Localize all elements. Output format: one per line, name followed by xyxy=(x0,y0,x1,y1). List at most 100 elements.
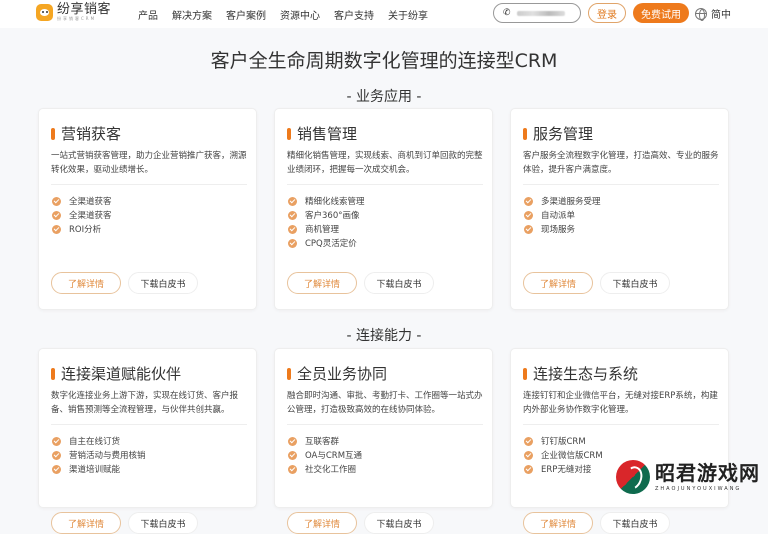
nav-item-solutions[interactable]: 解决方案 xyxy=(172,7,212,22)
card-title-text: 服务管理 xyxy=(533,125,594,143)
feature-card: 销售管理 精细化销售管理，实现线索、商机到订单回款的完整业绩闭环，把握每一次成交机… xyxy=(274,108,493,310)
feature-label: OA与CRM互通 xyxy=(305,451,363,461)
phone-contact-button[interactable]: ✆ xyxy=(493,3,581,23)
logo-mascot-icon xyxy=(36,3,53,21)
check-icon xyxy=(52,436,61,446)
feature-list: 精细化线索管理 客户360°画像 商机管理 CPQ灵活定价 xyxy=(288,194,365,250)
title-accent-bar xyxy=(51,367,55,380)
feature-label: 自主在线订货 xyxy=(69,437,121,447)
title-accent-bar xyxy=(51,127,55,140)
learn-more-button[interactable]: 了解详情 xyxy=(51,272,121,294)
check-icon xyxy=(524,450,533,460)
feature-card: 连接渠道赋能伙伴 数字化连接业务上游下游，实现在线订货、客户报备、销售预测等全流程… xyxy=(38,348,257,534)
feature-label: 客户360°画像 xyxy=(305,211,360,221)
feature-item: 商机管理 xyxy=(288,222,365,236)
feature-label: 商机管理 xyxy=(305,225,340,235)
feature-card: 全员业务协同融合即时沟通、审批、考勤打卡、工作圈等一站式办公管理，打造极致高效的… xyxy=(274,348,493,534)
divider xyxy=(523,184,719,185)
download-whitepaper-button[interactable]: 下载白皮书 xyxy=(128,512,198,534)
learn-more-button[interactable]: 了解详情 xyxy=(51,512,121,534)
learn-more-button[interactable]: 了解详情 xyxy=(523,272,593,294)
feature-label: 精细化线索管理 xyxy=(305,197,365,207)
title-accent-bar xyxy=(287,127,291,140)
feature-card: 服务管理 客户服务全流程数字化管理，打造高效、专业的服务体验，提升客户满意度。 多渠… xyxy=(510,108,729,310)
feature-label: ROI分析 xyxy=(69,225,102,235)
card-description: 融合即时沟通、审批、考勤打卡、工作圈等一站式办公管理，打造极致高效的在线协同体验… xyxy=(287,391,483,415)
feature-label: 多渠道服务受理 xyxy=(541,197,601,207)
title-accent-bar xyxy=(287,367,291,380)
check-icon xyxy=(288,238,297,248)
feature-label: 营销活动与费用核销 xyxy=(69,451,146,461)
title-accent-bar xyxy=(523,367,527,380)
card-actions: 了解详情 下载白皮书 xyxy=(51,272,198,294)
feature-item: 自动派单 xyxy=(524,208,601,222)
feature-list: 全渠道获客 全渠道获客 ROI分析 xyxy=(52,194,112,236)
check-icon xyxy=(288,210,297,220)
divider xyxy=(51,424,247,425)
watermark-name: 昭君游戏网 xyxy=(655,460,760,485)
phone-number-blurred xyxy=(516,10,565,16)
check-icon xyxy=(524,210,533,220)
card-description: 连接钉钉和企业微信平台，无缝对接ERP系统，构建内外部业务协作数字化管理。 xyxy=(523,391,718,415)
card-title-text: 连接生态与系统 xyxy=(533,365,639,383)
card-title-text: 销售管理 xyxy=(297,125,358,143)
top-navigation-bar: 纷享销客 纷享销客CRM 产品 解决方案 客户案例 资源中心 客户支持 关于纷享… xyxy=(0,0,768,28)
download-whitepaper-button[interactable]: 下载白皮书 xyxy=(600,272,670,294)
card-actions: 了解详情 下载白皮书 xyxy=(287,512,434,534)
card-description: 一站式营销获客管理，助力企业营销推广获客，溯源转化效果，驱动业绩增长。 xyxy=(51,151,247,175)
check-icon xyxy=(52,210,61,220)
check-icon xyxy=(52,450,61,460)
card-actions: 了解详情 下载白皮书 xyxy=(523,512,670,534)
feature-item: 营销活动与费用核销 xyxy=(52,448,146,462)
card-title-text: 全员业务协同 xyxy=(297,365,388,383)
card-title: 全员业务协同 xyxy=(287,363,387,384)
feature-item: 钉钉版CRM xyxy=(524,434,603,448)
nav-item-about[interactable]: 关于纷享 xyxy=(388,7,428,22)
feature-item: 客户360°画像 xyxy=(288,208,365,222)
feature-item: 互联客群 xyxy=(288,434,362,448)
feature-item: 现场服务 xyxy=(524,222,601,236)
learn-more-button[interactable]: 了解详情 xyxy=(287,272,357,294)
login-button[interactable]: 登录 xyxy=(588,3,626,23)
card-actions: 了解详情 下载白皮书 xyxy=(51,512,198,534)
learn-more-button[interactable]: 了解详情 xyxy=(287,512,357,534)
learn-more-button[interactable]: 了解详情 xyxy=(523,512,593,534)
section-title-connect: - 连接能力 - xyxy=(346,328,422,344)
feature-label: 钉钉版CRM xyxy=(541,437,586,447)
card-actions: 了解详情 下载白皮书 xyxy=(287,272,434,294)
nav-item-cases[interactable]: 客户案例 xyxy=(226,7,266,22)
language-switcher[interactable]: 简中 xyxy=(695,6,731,21)
check-icon xyxy=(524,464,533,474)
feature-list: 多渠道服务受理 自动派单 现场服务 xyxy=(524,194,601,236)
feature-item: 全渠道获客 xyxy=(52,194,112,208)
check-icon xyxy=(524,436,533,446)
check-icon xyxy=(524,224,533,234)
feature-label: 企业微信版CRM xyxy=(541,451,603,461)
download-whitepaper-button[interactable]: 下载白皮书 xyxy=(128,272,198,294)
feature-label: 全渠道获客 xyxy=(69,211,112,221)
card-title: 连接生态与系统 xyxy=(523,363,638,384)
card-description: 数字化连接业务上游下游，实现在线订货、客户报备、销售预测等全流程管理，与伙伴共创… xyxy=(51,391,239,415)
free-trial-button[interactable]: 免费试用 xyxy=(633,3,689,23)
download-whitepaper-button[interactable]: 下载白皮书 xyxy=(364,272,434,294)
phone-icon: ✆ xyxy=(503,8,511,18)
card-title: 服务管理 xyxy=(523,123,593,144)
brand-logo[interactable]: 纷享销客 纷享销客CRM xyxy=(36,3,111,21)
feature-item: CPQ灵活定价 xyxy=(288,236,365,250)
check-icon xyxy=(52,464,61,474)
download-whitepaper-button[interactable]: 下载白皮书 xyxy=(600,512,670,534)
logo-name: 纷享销客 xyxy=(57,2,112,17)
check-icon xyxy=(288,436,297,446)
feature-label: 自动派单 xyxy=(541,211,576,221)
nav-item-products[interactable]: 产品 xyxy=(138,7,158,22)
feature-item: 企业微信版CRM xyxy=(524,448,603,462)
card-actions: 了解详情 下载白皮书 xyxy=(523,272,670,294)
nav-item-resources[interactable]: 资源中心 xyxy=(280,7,320,22)
feature-item: 社交化工作圈 xyxy=(288,462,362,476)
card-title: 销售管理 xyxy=(287,123,357,144)
feature-item: 全渠道获客 xyxy=(52,208,112,222)
download-whitepaper-button[interactable]: 下载白皮书 xyxy=(364,512,434,534)
feature-list: 互联客群 OA与CRM互通 社交化工作圈 xyxy=(288,434,362,476)
feature-list: 钉钉版CRM 企业微信版CRM ERP无缝对接 xyxy=(524,434,603,476)
nav-item-support[interactable]: 客户支持 xyxy=(334,7,374,22)
